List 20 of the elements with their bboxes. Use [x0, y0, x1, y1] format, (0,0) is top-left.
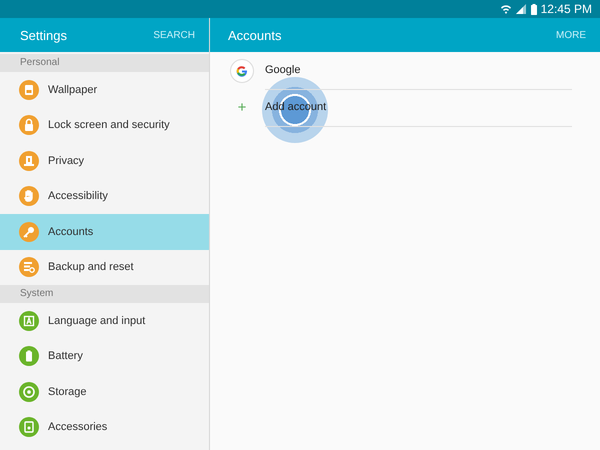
settings-item[interactable]: Accessories [0, 410, 209, 445]
settings-item[interactable]: Battery [0, 338, 209, 374]
section-header: Personal [0, 54, 209, 72]
section-header: System [0, 285, 209, 303]
settings-item[interactable]: Accessibility [0, 178, 209, 214]
settings-item[interactable]: Backup and reset [0, 250, 209, 285]
settings-item[interactable]: Language and input [0, 303, 209, 338]
clock-time: 12:45 PM [540, 2, 592, 16]
battery-icon [530, 4, 537, 14]
settings-item[interactable]: Lock screen and security [0, 108, 209, 143]
settings-item[interactable]: Wallpaper [0, 72, 209, 108]
screen-title: Accounts [228, 28, 282, 42]
settings-item[interactable]: Storage [0, 374, 209, 410]
g-logo-icon [230, 58, 254, 82]
signal-icon [516, 4, 527, 14]
wifi-icon [500, 4, 512, 14]
screen-title: Settings [20, 28, 67, 42]
plus-icon: + [230, 99, 254, 116]
settings-item[interactable]: Accounts [0, 214, 209, 250]
settings-item[interactable]: Privacy [0, 143, 209, 178]
